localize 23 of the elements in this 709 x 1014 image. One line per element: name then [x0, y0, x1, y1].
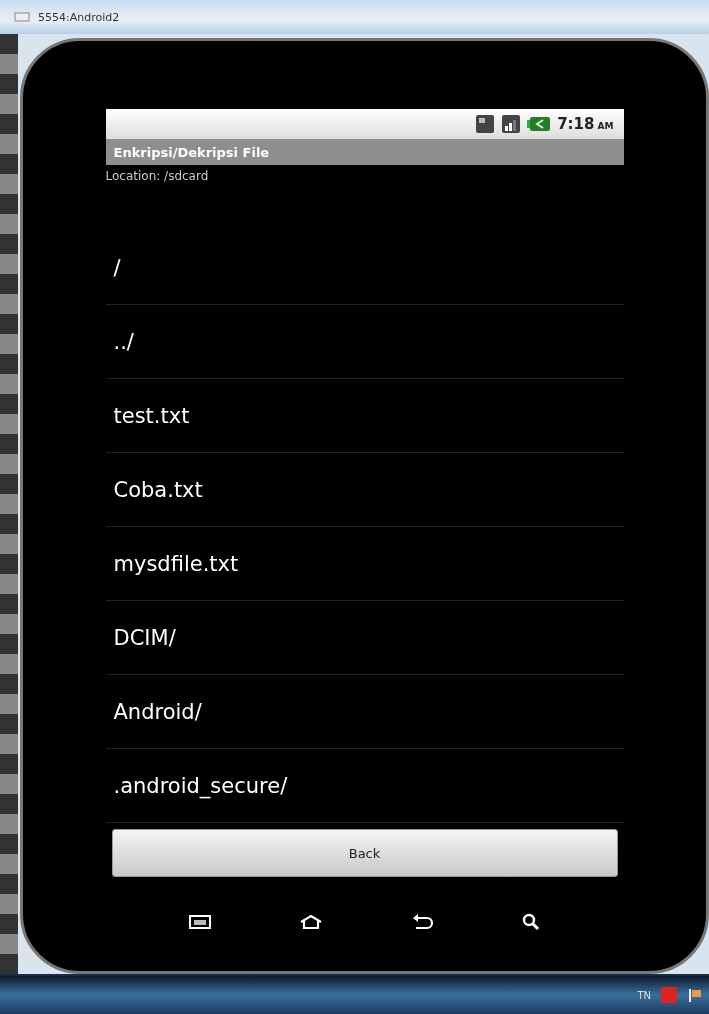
- file-list-item[interactable]: /: [113, 255, 121, 280]
- app-title: Enkripsi/Dekripsi File: [113, 144, 270, 160]
- flag-icon[interactable]: [687, 987, 703, 1003]
- signal-icon: [501, 114, 522, 134]
- window-title: 5554:Android2: [38, 10, 120, 24]
- menu-icon[interactable]: [188, 915, 211, 929]
- file-list-item[interactable]: DCIM/: [113, 625, 176, 650]
- battery-icon: [527, 116, 552, 132]
- file-list-item[interactable]: test.txt: [113, 403, 190, 428]
- location-text: Location: /sdcard: [105, 169, 209, 183]
- clock-text: 7:18 AM: [557, 115, 614, 133]
- file-list-item[interactable]: mysdfile.txt: [113, 551, 239, 576]
- search-icon[interactable]: [522, 913, 541, 931]
- back-icon[interactable]: [411, 914, 434, 930]
- file-list-item[interactable]: Android/: [113, 699, 202, 724]
- back-button[interactable]: Back: [111, 829, 618, 877]
- file-list-item[interactable]: .android_secure/: [113, 773, 288, 798]
- window-icon: [14, 12, 30, 22]
- home-icon[interactable]: [299, 914, 324, 930]
- file-list-item[interactable]: Coba.txt: [113, 477, 203, 502]
- tray-text: TN: [637, 989, 651, 1001]
- network-icon: [475, 114, 496, 134]
- file-list-item[interactable]: ../: [113, 329, 134, 354]
